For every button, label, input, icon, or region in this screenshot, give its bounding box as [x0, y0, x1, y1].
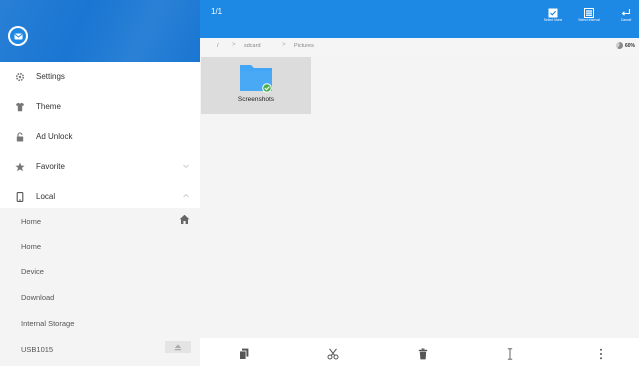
menu-item-label: Ad Unlock [36, 132, 73, 141]
local-storage-list: Home Home Device Download Internal Stora… [0, 208, 200, 366]
local-item-label: Device [21, 267, 44, 276]
menu-item-label: Favorite [36, 162, 65, 171]
eject-icon[interactable] [165, 341, 191, 353]
select-none-icon [548, 5, 558, 18]
menu-item-label: Local [36, 192, 56, 201]
menu-item-theme[interactable]: Theme [0, 92, 200, 122]
menu-item-label: Settings [36, 72, 65, 81]
storage-pie-icon [615, 42, 623, 49]
action-label: Cancel [620, 18, 632, 22]
chevron-down-icon[interactable] [182, 162, 192, 172]
copy-icon[interactable] [238, 347, 250, 361]
selection-counter: 1/1 [211, 7, 223, 16]
storage-percent: 60% [624, 42, 635, 49]
select-interval-button[interactable]: Select Interval [572, 5, 606, 31]
sidebar: Settings Theme Ad Unlock Favorite Local [0, 0, 200, 366]
file-name: Screenshots [237, 96, 275, 103]
action-toolbar: 1/1 Select None Select Interval Cancel [200, 0, 639, 38]
local-item-usb[interactable]: USB1015 [0, 336, 200, 361]
local-item-internal-storage[interactable]: Internal Storage [0, 310, 200, 335]
file-grid: Screenshots [200, 56, 639, 338]
breadcrumb: / > sdcard > Pictures 60% [200, 38, 639, 56]
shirt-icon [14, 101, 26, 113]
home-icon[interactable] [179, 214, 191, 226]
local-item-label: USB1015 [21, 345, 54, 354]
action-label: Select None [543, 18, 563, 22]
breadcrumb-separator: > [282, 42, 286, 48]
breadcrumb-root[interactable]: / [217, 43, 219, 49]
local-item-download[interactable]: Download [0, 284, 200, 309]
local-item-label: Internal Storage [21, 319, 75, 328]
bottom-action-bar [200, 338, 639, 366]
breadcrumb-pictures[interactable]: Pictures [294, 43, 314, 49]
local-item-device[interactable]: Device [0, 258, 200, 283]
cancel-button[interactable]: Cancel [615, 5, 637, 31]
lock-icon [14, 131, 26, 143]
more-vert-icon[interactable] [595, 347, 607, 361]
select-none-button[interactable]: Select None [540, 5, 566, 31]
rename-icon[interactable] [504, 347, 516, 361]
breadcrumb-sdcard[interactable]: sdcard [244, 43, 261, 49]
local-item-home-2[interactable]: Home [0, 233, 200, 258]
menu-item-favorite[interactable]: Favorite [0, 152, 200, 182]
cancel-icon [621, 5, 631, 16]
sidebar-header [0, 0, 200, 62]
cut-icon[interactable] [327, 347, 339, 361]
menu-item-ad-unlock[interactable]: Ad Unlock [0, 122, 200, 152]
storage-indicator: 60% [615, 42, 635, 49]
breadcrumb-separator: > [232, 42, 236, 48]
local-item-label: Download [21, 293, 55, 302]
menu-item-label: Theme [36, 102, 61, 111]
select-interval-icon [584, 5, 594, 18]
menu-item-settings[interactable]: Settings [0, 62, 200, 92]
local-item-home[interactable]: Home [0, 208, 200, 233]
chevron-up-icon[interactable] [182, 192, 192, 202]
phone-icon [14, 191, 26, 203]
star-icon [14, 161, 26, 173]
action-label: Select Interval [578, 18, 600, 22]
delete-icon[interactable] [417, 347, 429, 361]
local-item-label: Home [21, 217, 42, 226]
local-item-label: Home [21, 242, 42, 251]
email-icon[interactable] [8, 26, 28, 46]
folder-icon [239, 63, 273, 93]
gear-icon [14, 71, 26, 83]
file-tile[interactable]: Screenshots [201, 57, 311, 114]
